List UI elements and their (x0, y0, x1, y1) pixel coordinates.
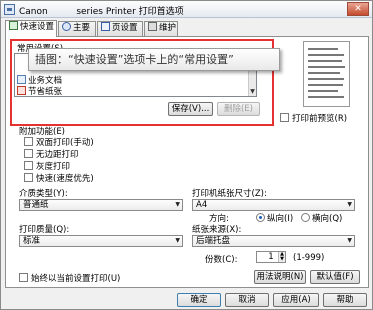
tab-main[interactable]: 主要 (58, 21, 96, 36)
tab-maintenance[interactable]: 维护 (144, 21, 178, 36)
print-quality-label: 打印质量(Q): (19, 225, 70, 235)
tab-quick-setup-label: 快速设置 (20, 22, 55, 32)
printer-app-icon (4, 4, 15, 15)
grayscale-label: 灰度打印 (36, 162, 71, 172)
always-print-current-label: 始终以当前设置打印(U) (31, 274, 121, 284)
ok-button[interactable]: 确定 (177, 293, 221, 307)
copies-range: (1-999) (293, 253, 325, 263)
help-button[interactable]: 帮助 (323, 293, 367, 307)
paper-source-label: 纸张来源(X): (192, 225, 242, 235)
landscape-radio[interactable] (301, 213, 310, 222)
always-print-current-checkbox[interactable] (19, 273, 28, 282)
copies-label: 份数(C): (205, 255, 238, 265)
paper-source-value: 后端托盘 (196, 236, 231, 246)
media-type-select[interactable]: 普通纸 ▼ (19, 199, 183, 211)
page-setup-icon (101, 22, 110, 31)
quick-setup-icon (9, 21, 18, 30)
chevron-down-icon: ▼ (347, 237, 352, 244)
tab-page-setup-label: 页设置 (112, 23, 138, 33)
illustration-caption: 插图：“快速设置”选项卡上的“常用设置” (28, 48, 280, 71)
grayscale-checkbox[interactable] (24, 161, 33, 170)
borderless-label: 无边距打印 (36, 150, 79, 160)
media-type-label: 介质类型(Y): (19, 189, 68, 199)
paper-size-value: A4 (196, 200, 208, 210)
close-window-button[interactable]: ✕ (347, 2, 369, 16)
print-quality-select[interactable]: 标准 ▼ (19, 235, 183, 247)
copies-stepper[interactable]: 1 ▲ ▼ (256, 251, 286, 263)
print-quality-value: 标准 (23, 236, 41, 246)
paper-source-select[interactable]: 后端托盘 ▼ (192, 235, 355, 247)
maintenance-icon (148, 22, 157, 31)
window-title: Canon series Printer 打印首选项 (19, 7, 184, 17)
apply-button[interactable]: 应用(A) (273, 293, 319, 307)
tab-maintenance-label: 维护 (159, 23, 177, 33)
media-type-value: 普通纸 (23, 200, 49, 210)
print-preview-checkbox[interactable] (280, 113, 289, 122)
paper-size-label: 打印机纸张尺寸(Z): (192, 189, 267, 199)
copies-value: 1 (268, 252, 274, 262)
printer-preferences-window: Canon series Printer 打印首选项 ✕ 快速设置 主要 页设置… (0, 0, 373, 310)
paper-size-select[interactable]: A4 ▼ (192, 199, 355, 211)
main-settings-icon (62, 22, 71, 31)
tab-page-setup[interactable]: 页设置 (97, 21, 143, 36)
portrait-label: 纵向(I) (267, 214, 294, 224)
spin-arrows-icon[interactable]: ▲ ▼ (278, 252, 285, 262)
tab-quick-setup[interactable]: 快速设置 (5, 20, 57, 37)
landscape-label: 横向(Q) (312, 214, 343, 224)
fast-print-label: 快速(速度优先) (36, 174, 94, 184)
print-preview-thumbnail (303, 41, 350, 107)
chevron-down-icon: ▼ (347, 201, 352, 208)
print-preview-label: 打印前预览(R) (292, 114, 348, 124)
duplex-manual-checkbox[interactable] (24, 137, 33, 146)
borderless-checkbox[interactable] (24, 149, 33, 158)
tab-main-label: 主要 (73, 23, 91, 33)
chevron-down-icon: ▼ (175, 237, 180, 244)
instructions-button[interactable]: 用法说明(N) (254, 270, 306, 284)
portrait-radio[interactable] (256, 213, 265, 222)
title-bar: Canon series Printer 打印首选项 ✕ (1, 1, 372, 18)
defaults-button[interactable]: 默认值(F) (310, 270, 360, 284)
fast-print-checkbox[interactable] (24, 173, 33, 182)
duplex-manual-label: 双面打印(手动) (36, 138, 94, 148)
cancel-button[interactable]: 取消 (225, 293, 269, 307)
chevron-down-icon: ▼ (175, 201, 180, 208)
